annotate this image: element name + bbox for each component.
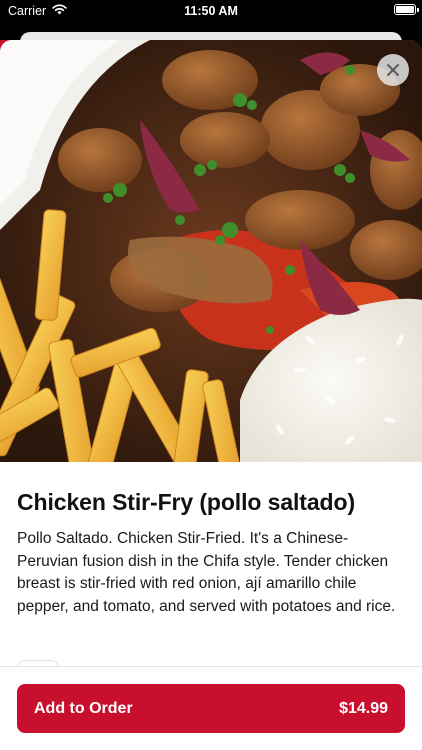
close-icon xyxy=(386,63,400,77)
order-footer: Add to Order $14.99 xyxy=(0,666,422,750)
add-to-order-label: Add to Order xyxy=(34,699,133,717)
status-time: 11:50 AM xyxy=(184,4,238,18)
screen: Carrier 11:50 AM Chicken Stir-Fry (pollo… xyxy=(0,0,422,750)
item-details: Chicken Stir-Fry (pollo saltado) Pollo S… xyxy=(0,489,422,618)
item-price: $14.99 xyxy=(339,699,388,717)
battery-icon xyxy=(394,4,419,15)
close-button[interactable] xyxy=(377,54,409,86)
item-photo xyxy=(0,40,422,462)
item-title: Chicken Stir-Fry (pollo saltado) xyxy=(17,489,356,515)
item-detail-sheet: Chicken Stir-Fry (pollo saltado) Pollo S… xyxy=(0,40,422,750)
item-description: Pollo Saltado. Chicken Stir-Fried. It's … xyxy=(17,530,396,615)
add-to-order-button[interactable]: Add to Order $14.99 xyxy=(17,684,405,733)
status-bar: Carrier 11:50 AM xyxy=(0,0,422,22)
